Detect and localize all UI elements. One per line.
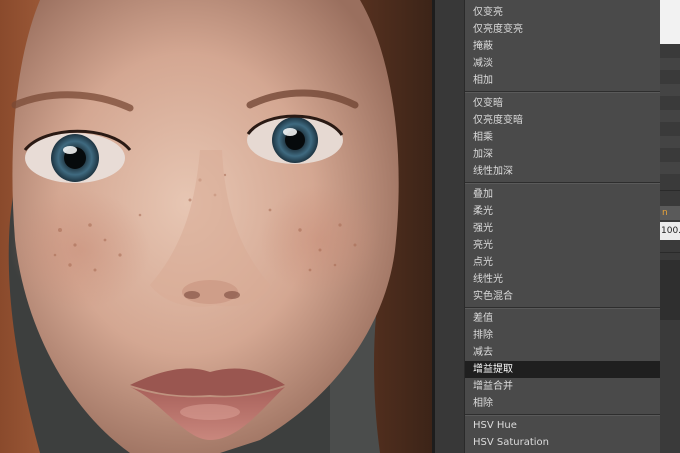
menu-item-luma-darken-only[interactable]: 仅亮度变暗 [465, 112, 660, 129]
panel-row [660, 162, 680, 174]
menu-item-lighten-only[interactable]: 仅变亮 [465, 4, 660, 21]
panel-divider [660, 252, 680, 253]
menu-item-exclusion[interactable]: 排除 [465, 327, 660, 344]
menu-item-hsv-saturation[interactable]: HSV Saturation [465, 434, 660, 451]
opacity-input[interactable]: 100.0 [660, 222, 680, 240]
chevron-icon: n [662, 208, 668, 218]
menu-item-grain-extract[interactable]: 增益提取 [465, 361, 660, 378]
mode-dropdown[interactable]: n [660, 206, 680, 220]
menu-separator [465, 307, 660, 308]
menu-item-hard-light[interactable]: 强光 [465, 220, 660, 237]
panel-row [660, 84, 680, 96]
panel-divider [660, 190, 680, 191]
gimp-window: 仅变亮 仅亮度变亮 掩蔽 减淡 相加 仅变暗 仅亮度变暗 相乘 加深 线性加深 … [0, 0, 680, 453]
menu-item-difference[interactable]: 差值 [465, 310, 660, 327]
menu-item-divide[interactable]: 相除 [465, 395, 660, 412]
menu-item-pin-light[interactable]: 点光 [465, 254, 660, 271]
panel-row [660, 110, 680, 122]
menu-separator [465, 91, 660, 92]
blend-mode-menu[interactable]: 仅变亮 仅亮度变亮 掩蔽 减淡 相加 仅变暗 仅亮度变暗 相乘 加深 线性加深 … [465, 0, 660, 453]
panel-preview-area [660, 0, 680, 44]
menu-separator [465, 182, 660, 183]
image-canvas[interactable] [0, 0, 432, 453]
panel-gutter [435, 0, 465, 453]
menu-item-screen[interactable]: 掩蔽 [465, 38, 660, 55]
panel-row [660, 58, 680, 70]
menu-item-linear-light[interactable]: 线性光 [465, 271, 660, 288]
menu-item-luma-lighten-only[interactable]: 仅亮度变亮 [465, 21, 660, 38]
menu-item-hard-mix[interactable]: 实色混合 [465, 288, 660, 305]
menu-item-vivid-light[interactable]: 亮光 [465, 237, 660, 254]
menu-item-grain-merge[interactable]: 增益合并 [465, 378, 660, 395]
menu-separator [465, 414, 660, 415]
menu-item-multiply[interactable]: 相乘 [465, 129, 660, 146]
menu-item-hsv-hue[interactable]: HSV Hue [465, 417, 660, 434]
layers-list-area[interactable] [660, 260, 680, 320]
menu-item-addition[interactable]: 相加 [465, 72, 660, 89]
menu-item-subtract[interactable]: 减去 [465, 344, 660, 361]
menu-item-darken-only[interactable]: 仅变暗 [465, 95, 660, 112]
menu-item-dodge[interactable]: 减淡 [465, 55, 660, 72]
menu-item-overlay[interactable]: 叠加 [465, 186, 660, 203]
portrait-photo [0, 0, 432, 453]
menu-item-linear-burn[interactable]: 线性加深 [465, 163, 660, 180]
panel-row [660, 136, 680, 148]
menu-item-soft-light[interactable]: 柔光 [465, 203, 660, 220]
menu-item-burn[interactable]: 加深 [465, 146, 660, 163]
